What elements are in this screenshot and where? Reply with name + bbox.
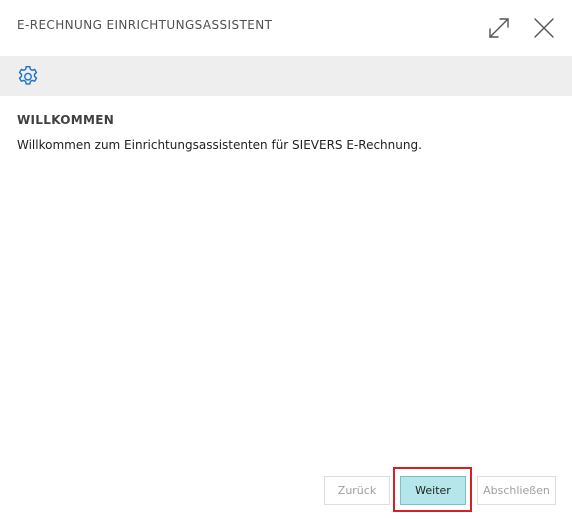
close-icon [534, 18, 554, 38]
next-button[interactable]: Weiter [400, 476, 466, 505]
gear-icon [18, 66, 38, 85]
settings-button[interactable] [14, 63, 42, 91]
dialog-title: E-RECHNUNG EINRICHTUNGSASSISTENT [17, 18, 273, 32]
step-heading: WILLKOMMEN [17, 113, 115, 127]
expand-icon [489, 18, 509, 38]
dialog-titlebar: E-RECHNUNG EINRICHTUNGSASSISTENT [0, 0, 572, 56]
finish-button[interactable]: Abschließen [477, 476, 556, 505]
back-button[interactable]: Zurück [324, 476, 390, 505]
setup-wizard-dialog: E-RECHNUNG EINRICHTUNGSASSISTENT WILLKOM… [0, 0, 572, 519]
welcome-text: Willkommen zum Einrichtungsassistenten f… [17, 138, 422, 152]
action-bar [0, 56, 572, 96]
expand-button[interactable] [484, 13, 514, 43]
wizard-content: WILLKOMMEN Willkommen zum Einrichtungsas… [17, 113, 557, 152]
close-button[interactable] [529, 13, 559, 43]
